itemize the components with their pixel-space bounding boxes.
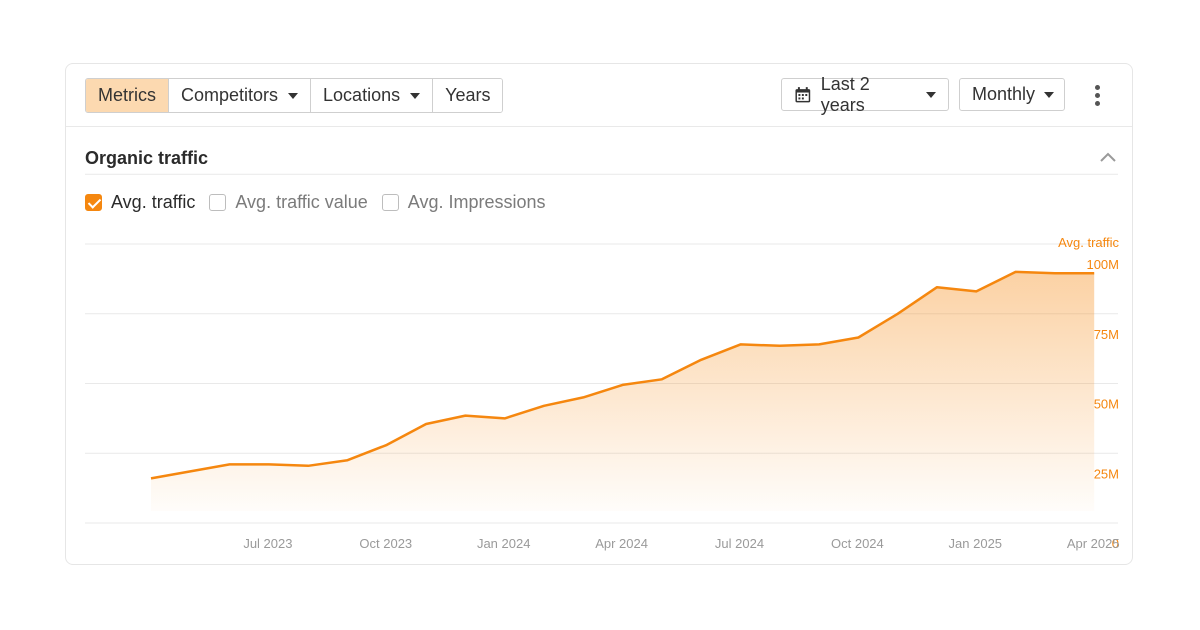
x-tick-label: Jan 2025 (949, 536, 1003, 551)
organic-traffic-card: Metrics Competitors Locations Years Last… (65, 63, 1133, 565)
y-tick-label: 75M (1094, 327, 1119, 342)
x-tick-label: Oct 2024 (831, 536, 884, 551)
traffic-chart: 025M50M75M100MAvg. trafficJul 2023 Oct 20… (85, 173, 1120, 551)
x-tick-label: Jul 2024 (715, 536, 764, 551)
traffic-area (151, 271, 1095, 511)
y-tick-label: 25M (1094, 466, 1119, 481)
x-tick-label: Oct 2023 (359, 536, 412, 551)
x-tick-label: Jul 2023 (243, 536, 292, 551)
x-tick-label: Apr 2024 (595, 536, 648, 551)
y-axis-title: Avg. traffic (1058, 235, 1119, 250)
y-tick-label: 50M (1094, 397, 1119, 412)
x-tick-label: Jan 2024 (477, 536, 531, 551)
y-tick-label: 100M (1086, 257, 1119, 272)
x-tick-label: Apr 2025 (1067, 536, 1120, 551)
